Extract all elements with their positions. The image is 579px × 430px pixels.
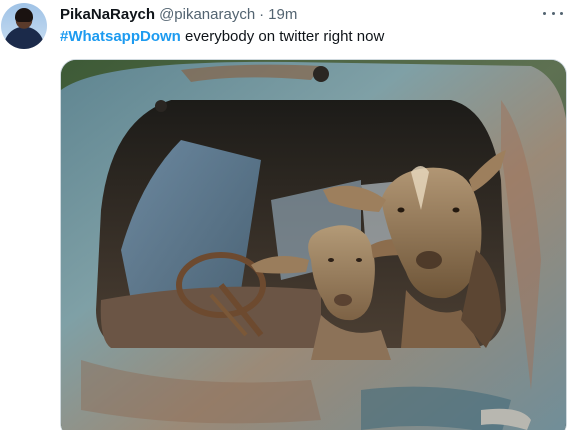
display-name[interactable]: PikaNaRaych <box>60 6 155 23</box>
hashtag-link[interactable]: #WhatsappDown <box>60 28 181 45</box>
tweet-header: PikaNaRaych @pikanaraych · 19m <box>60 4 297 24</box>
tweet-photo[interactable] <box>60 59 567 430</box>
tweet-body: everybody on twitter right now <box>180 28 385 45</box>
tweet[interactable]: PikaNaRaych @pikanaraych · 19m #Whatsapp… <box>0 0 579 430</box>
timestamp[interactable]: 19m <box>268 6 297 23</box>
avatar[interactable] <box>1 3 47 49</box>
goats-in-truck-image <box>61 60 566 430</box>
tweet-text: #WhatsappDown everybody on twitter right… <box>60 27 384 47</box>
user-handle[interactable]: @pikanaraych <box>159 6 255 23</box>
avatar-hair <box>15 8 33 22</box>
separator-dot: · <box>259 5 265 23</box>
more-dots-icon[interactable] <box>543 6 563 20</box>
